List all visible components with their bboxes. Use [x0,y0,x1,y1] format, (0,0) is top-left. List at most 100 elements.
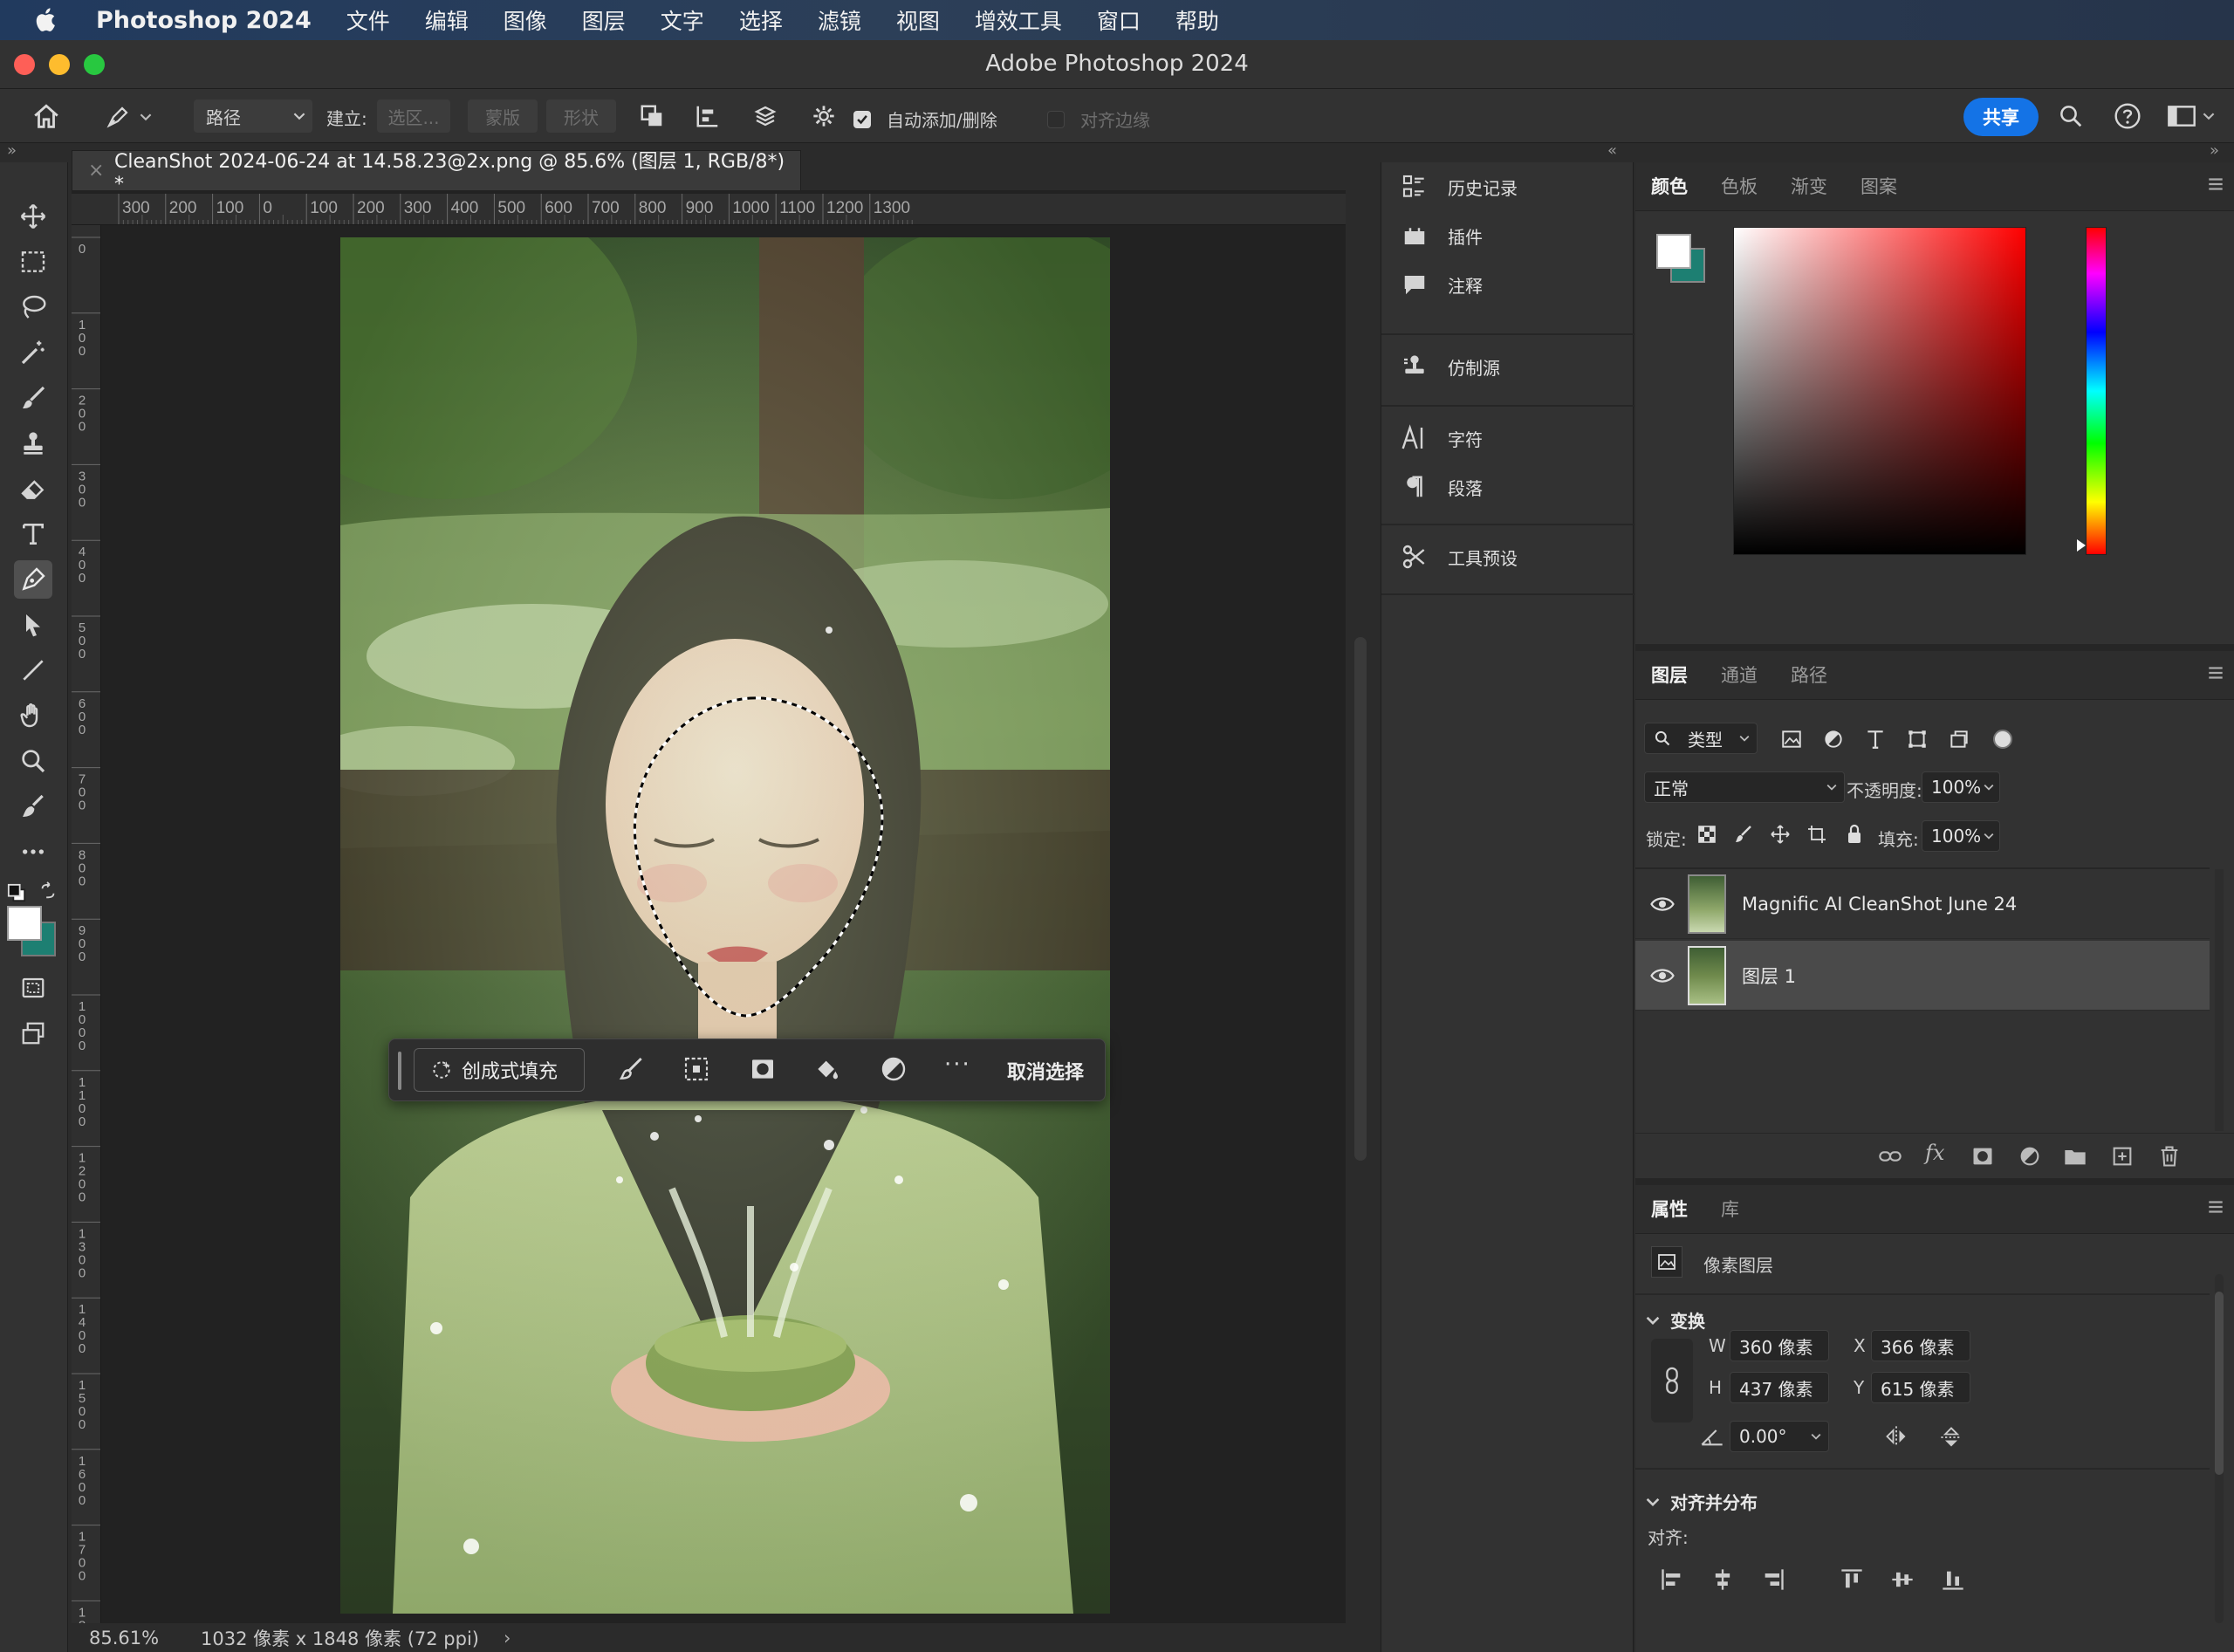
more-options-icon[interactable]: ··· [944,1052,971,1078]
marquee-tool-icon[interactable] [14,243,52,281]
align-vertical-centers-icon[interactable] [1890,1567,1915,1592]
lasso-tool-icon[interactable] [14,288,52,326]
layers-scroll-track[interactable] [2215,869,2224,1131]
filter-smart-object-icon[interactable] [1948,728,1972,752]
move-tool-icon[interactable] [14,197,52,236]
align-top-edges-icon[interactable] [1840,1567,1864,1592]
menu-select[interactable]: 选择 [739,4,783,36]
deselect-button[interactable]: 取消选择 [1007,1057,1084,1085]
clone-stamp-tool-icon[interactable] [14,424,52,463]
menu-app-name[interactable]: Photoshop 2024 [96,7,312,34]
tab-gradients[interactable]: 渐变 [1791,162,1827,211]
tab-patterns[interactable]: 图案 [1861,162,1897,211]
properties-scroll-thumb[interactable] [2215,1292,2224,1475]
magic-wand-tool-icon[interactable] [14,333,52,372]
swap-colors-icon[interactable] [38,881,59,902]
apple-icon[interactable] [31,5,61,35]
menu-window[interactable]: 窗口 [1097,4,1141,36]
panel-foreground-color[interactable] [1656,234,1691,269]
menu-edit[interactable]: 编辑 [425,4,469,36]
document-tab[interactable]: × CleanShot 2024-06-24 at 14.58.23@2x.pn… [72,150,801,195]
transform-section-header[interactable]: 变换 [1646,1307,1705,1333]
make-selection-button[interactable]: 选区... [377,99,450,133]
auto-add-delete-option[interactable]: 自动添加/删除 [853,106,997,132]
drag-handle[interactable] [398,1052,401,1090]
tab-libraries[interactable]: 库 [1721,1185,1739,1234]
properties-scrollbar[interactable] [2215,1274,2224,1623]
panel-menu-icon[interactable] [2206,663,2225,682]
tab-channels[interactable]: 通道 [1721,651,1758,700]
path-alignment-icon[interactable] [695,101,724,131]
workspace-switcher[interactable] [2168,101,2225,131]
align-edges-option[interactable]: 对齐边缘 [1047,106,1150,132]
menu-layer[interactable]: 图层 [582,4,626,36]
auto-add-delete-checkbox[interactable] [853,110,871,128]
lock-artboard-icon[interactable] [1806,824,1829,847]
collapse-panels-icon[interactable]: « [1607,141,1617,160]
vertical-scrollbar[interactable] [1354,637,1367,1161]
select-subject-icon[interactable] [682,1055,714,1086]
menu-image[interactable]: 图像 [504,4,547,36]
share-button[interactable]: 共享 [1963,98,2039,136]
paragraph-panel-button[interactable]: 段落 [1381,463,1634,511]
panel-menu-icon[interactable] [2206,175,2225,194]
menu-view[interactable]: 视图 [896,4,940,36]
horizontal-ruler[interactable]: 300 200 100 0 100 200 300 400 500 600 700 800 900 100… [72,194,1346,225]
fill-selection-icon[interactable] [813,1055,845,1086]
menu-file[interactable]: 文件 [346,4,390,36]
notes-panel-button[interactable]: 注释 [1381,260,1634,309]
layer-row-layer-1[interactable]: 图层 1 [1635,941,2210,1011]
history-panel-button[interactable]: 历史记录 [1381,162,1634,211]
character-panel-button[interactable]: 字符 [1381,414,1634,463]
add-mask-icon[interactable] [1970,1144,1995,1169]
angle-field[interactable]: 0.00° [1730,1421,1829,1452]
x-position-field[interactable]: 366 像素 [1871,1330,1970,1361]
flip-horizontal-icon[interactable] [1883,1424,1909,1449]
layer-row-magnific[interactable]: Magnific AI CleanShot June 24 [1635,869,2210,939]
menu-plugins[interactable]: 增效工具 [975,4,1062,36]
eye-icon[interactable] [1649,963,1676,989]
panel-menu-icon[interactable] [2206,1197,2225,1217]
align-right-edges-icon[interactable] [1761,1567,1785,1592]
tab-properties[interactable]: 属性 [1651,1185,1688,1234]
type-tool-icon[interactable] [14,515,52,553]
menu-help[interactable]: 帮助 [1175,4,1219,36]
align-bottom-edges-icon[interactable] [1941,1567,1965,1592]
path-operations-icon[interactable] [639,101,668,131]
clone-source-panel-button[interactable]: 仿制源 [1381,342,1634,391]
lock-image-pixels-icon[interactable] [1733,824,1756,847]
new-group-icon[interactable] [2063,1144,2087,1169]
trash-icon[interactable] [2157,1144,2182,1169]
modify-selection-icon[interactable] [618,1055,649,1086]
filter-pixel-icon[interactable] [1780,728,1805,752]
filter-toggle-switch[interactable] [1993,730,2012,749]
menu-type[interactable]: 文字 [661,4,704,36]
zoom-level[interactable]: 85.61% [89,1628,185,1649]
plugins-panel-button[interactable]: 插件 [1381,211,1634,260]
zoom-tool-icon[interactable] [14,742,52,780]
fx-icon[interactable]: fx [1925,1141,1944,1165]
align-distribute-section-header[interactable]: 对齐并分布 [1646,1489,1758,1514]
lock-position-icon[interactable] [1770,824,1792,847]
saturation-brightness-field[interactable] [1733,227,2026,555]
new-layer-icon[interactable] [2110,1144,2135,1169]
healing-brush-tool-icon[interactable] [14,787,52,826]
status-menu-arrow[interactable]: › [504,1628,511,1649]
canvas-image[interactable] [340,237,1110,1614]
line-tool-icon[interactable] [14,651,52,689]
opacity-field[interactable]: 100% [1922,771,2000,803]
path-selection-tool-icon[interactable] [14,606,52,644]
lock-all-icon[interactable] [1845,824,1867,847]
filter-type-icon[interactable] [1864,728,1888,752]
blend-mode-select[interactable]: 正常 [1644,771,1845,803]
brush-tool-icon[interactable] [14,379,52,417]
new-adjustment-layer-icon[interactable] [2018,1144,2042,1169]
pen-tool-preset-picker[interactable] [105,101,168,133]
help-icon[interactable] [2114,101,2143,131]
expand-panels-icon[interactable]: » [2210,141,2219,160]
pen-mode-select[interactable]: 路径 [194,99,312,133]
lock-transparent-pixels-icon[interactable] [1696,824,1719,847]
foreground-color-swatch[interactable] [7,906,42,941]
link-layers-icon[interactable] [1878,1144,1902,1169]
hue-slider[interactable] [2086,227,2107,555]
